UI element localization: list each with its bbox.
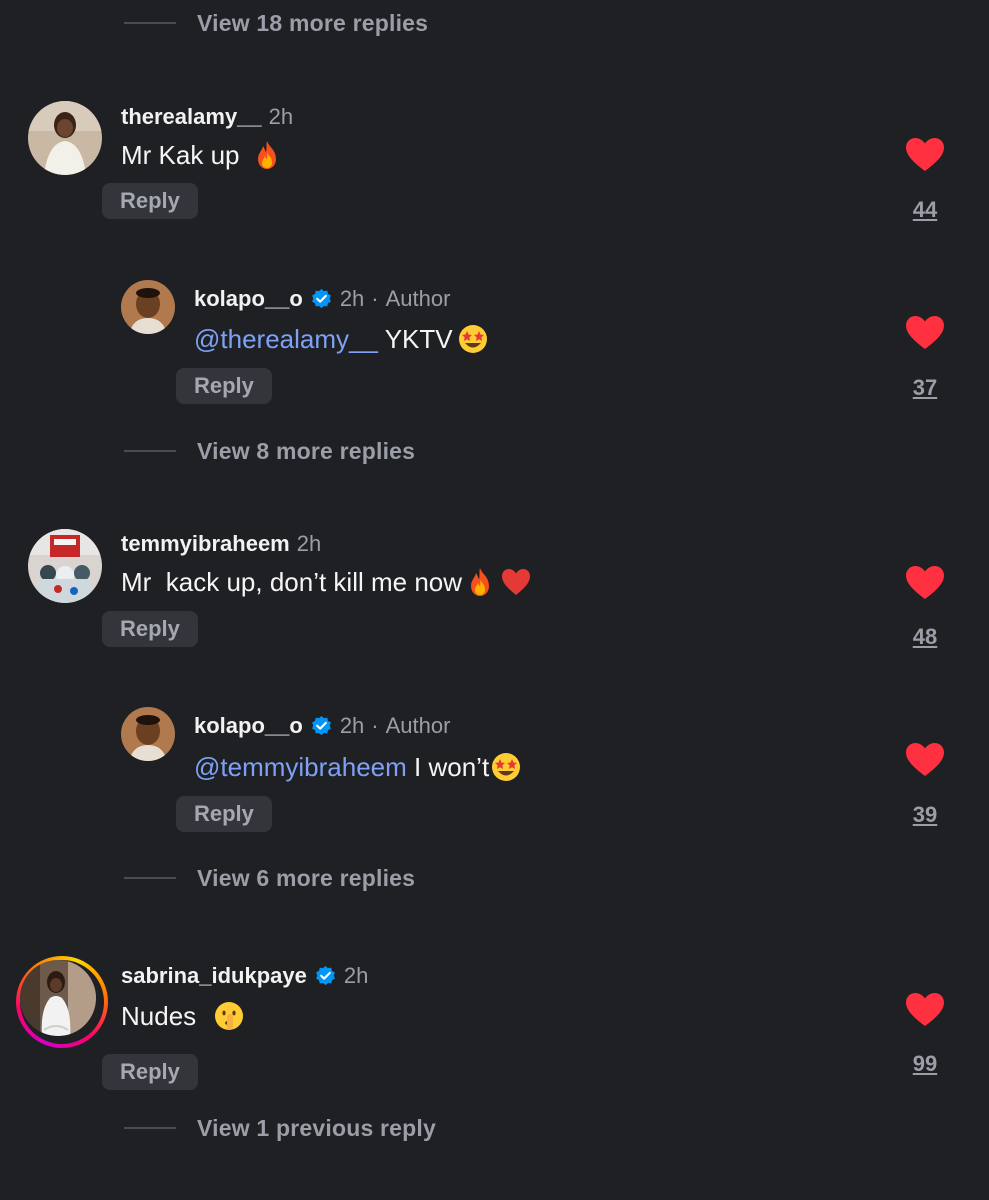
username[interactable]: therealamy__: [121, 104, 262, 130]
verified-badge-icon: [311, 715, 331, 735]
like-count[interactable]: 44: [895, 197, 955, 223]
star-struck-emoji: [458, 325, 487, 353]
view-more-label: View 8 more replies: [197, 437, 416, 464]
heart-emoji: [502, 569, 531, 595]
divider-line: [124, 1127, 176, 1129]
like-count[interactable]: 39: [895, 802, 955, 828]
reply-button[interactable]: Reply: [176, 368, 272, 404]
view-more-replies[interactable]: View 18 more replies: [124, 8, 428, 38]
comment-text-content: Mr kack up, don’t kill me now: [121, 566, 463, 597]
comment-text: Nudes: [121, 998, 245, 1034]
fire-emoji: [257, 141, 276, 169]
username[interactable]: temmyibraheem: [121, 531, 290, 557]
separator-dot: ·: [371, 713, 379, 738]
divider-line: [124, 877, 176, 879]
comment-text-content: YKTV: [377, 323, 453, 354]
username[interactable]: sabrina_idukpaye: [121, 963, 307, 989]
reply-button[interactable]: Reply: [102, 183, 198, 219]
view-more-label: View 18 more replies: [197, 9, 429, 36]
mention-link[interactable]: @therealamy__: [194, 324, 378, 355]
author-badge: Author: [385, 713, 451, 738]
avatar-story-ring[interactable]: [16, 956, 108, 1048]
view-previous-reply[interactable]: View 1 previous reply: [124, 1113, 436, 1143]
star-struck-emoji: [492, 753, 521, 781]
avatar[interactable]: [121, 707, 175, 761]
fire-emoji: [471, 568, 490, 596]
verified-badge-icon: [311, 288, 331, 308]
comment-text-content: Nudes: [121, 1000, 204, 1031]
like-count[interactable]: 99: [895, 1051, 955, 1077]
view-more-replies[interactable]: View 8 more replies: [124, 436, 415, 466]
comment-text: @temmyibraheem I won’t: [194, 749, 522, 785]
username[interactable]: kolapo__o: [194, 713, 303, 739]
heart-icon[interactable]: [905, 137, 945, 173]
view-more-replies[interactable]: View 6 more replies: [124, 863, 415, 893]
heart-icon[interactable]: [905, 565, 945, 601]
shushing-face-emoji: [215, 1002, 244, 1030]
separator-dot: ·: [371, 286, 379, 311]
timestamp: 2h: [268, 104, 294, 129]
like-count[interactable]: 37: [895, 375, 955, 401]
verified-badge-icon: [315, 965, 335, 985]
reply-button[interactable]: Reply: [176, 796, 272, 832]
avatar[interactable]: [28, 529, 102, 603]
comment-text-content: I won’t: [406, 751, 490, 782]
timestamp: 2h: [296, 531, 322, 556]
author-badge: Author: [385, 286, 451, 311]
comment-text-content: Mr Kak up: [121, 139, 247, 170]
like-count[interactable]: 48: [895, 624, 955, 650]
reply-button[interactable]: Reply: [102, 611, 198, 647]
heart-icon[interactable]: [905, 992, 945, 1028]
comment-text: Mr Kak up: [121, 137, 283, 173]
view-more-label: View 6 more replies: [197, 864, 416, 891]
timestamp: 2h: [343, 963, 369, 988]
timestamp: 2h: [339, 713, 365, 738]
heart-icon[interactable]: [905, 742, 945, 778]
comment-text: @therealamy__ YKTV: [194, 321, 489, 357]
view-more-label: View 1 previous reply: [197, 1114, 436, 1141]
divider-line: [124, 22, 176, 24]
avatar[interactable]: [121, 280, 175, 334]
avatar[interactable]: [28, 101, 102, 175]
username[interactable]: kolapo__o: [194, 286, 303, 312]
mention-link[interactable]: @temmyibraheem: [194, 752, 407, 783]
heart-icon[interactable]: [905, 315, 945, 351]
timestamp: 2h: [339, 286, 365, 311]
reply-button[interactable]: Reply: [102, 1054, 198, 1090]
comment-text: Mr kack up, don’t kill me now: [121, 564, 532, 600]
divider-line: [124, 450, 176, 452]
